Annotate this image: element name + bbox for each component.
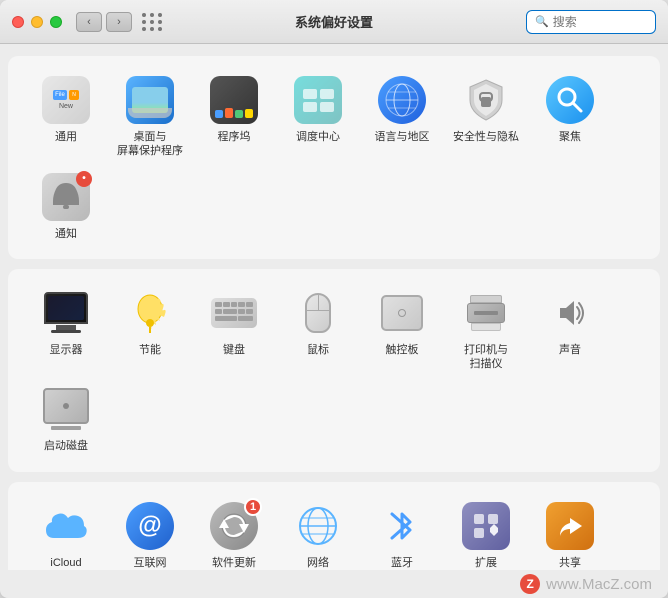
app-extensions[interactable]: 扩展 [444, 494, 528, 570]
apps-grid-button[interactable] [142, 13, 163, 31]
maximize-button[interactable] [50, 16, 62, 28]
sound-label: 声音 [559, 343, 581, 357]
search-input[interactable] [553, 15, 647, 29]
startup-label: 启动磁盘 [44, 439, 88, 453]
section-row-3: iCloud @ 互联网帐户 [8, 482, 660, 570]
network-label: 网络 [307, 556, 329, 570]
general-icon: File N New [40, 74, 92, 126]
search-box[interactable]: 🔍 [526, 10, 656, 34]
close-button[interactable] [12, 16, 24, 28]
desktop-label: 桌面与屏幕保护程序 [117, 130, 183, 159]
network-icon [292, 500, 344, 552]
security-label: 安全性与隐私 [453, 130, 519, 144]
trackpad-label: 触控板 [386, 343, 419, 357]
mission-label: 调度中心 [296, 130, 340, 144]
section-row-1: File N New 通用 [8, 56, 660, 259]
search-icon: 🔍 [535, 15, 549, 28]
mission-icon [292, 74, 344, 126]
lang-icon [376, 74, 428, 126]
mouse-label: 鼠标 [307, 343, 329, 357]
app-mission[interactable]: 调度中心 [276, 68, 360, 165]
internet-icon: @ [124, 500, 176, 552]
titlebar: ‹ › 系统偏好设置 🔍 [0, 0, 668, 44]
app-sharing[interactable]: 共享 [528, 494, 612, 570]
z-logo: Z [520, 574, 540, 594]
sharing-icon [544, 500, 596, 552]
spotlight-icon [544, 74, 596, 126]
app-internet[interactable]: @ 互联网帐户 [108, 494, 192, 570]
minimize-button[interactable] [31, 16, 43, 28]
app-bluetooth[interactable]: 蓝牙 [360, 494, 444, 570]
dock-label: 程序坞 [218, 130, 251, 144]
main-window: ‹ › 系统偏好设置 🔍 [0, 0, 668, 598]
forward-button[interactable]: › [106, 12, 132, 32]
window-title: 系统偏好设置 [295, 12, 373, 31]
notif-icon: • [40, 171, 92, 223]
app-desktop[interactable]: 桌面与屏幕保护程序 [108, 68, 192, 165]
keyboard-icon [208, 287, 260, 339]
watermark: Z www.MacZ.com [0, 570, 668, 598]
app-icloud[interactable]: iCloud [24, 494, 108, 570]
app-startup[interactable]: 启动磁盘 [24, 377, 108, 459]
general-label: 通用 [55, 130, 77, 144]
display-icon [40, 287, 92, 339]
desktop-icon [124, 74, 176, 126]
softupdate-icon: 1 [208, 500, 260, 552]
sharing-label: 共享 [559, 556, 581, 570]
softupdate-label: 软件更新 [212, 556, 256, 570]
icloud-label: iCloud [50, 556, 81, 570]
spotlight-label: 聚焦 [559, 130, 581, 144]
section-row-2: 显示器 节能 [8, 269, 660, 472]
printer-label: 打印机与扫描仪 [464, 343, 508, 372]
app-display[interactable]: 显示器 [24, 281, 108, 378]
trackpad-icon [376, 287, 428, 339]
internet-label: 互联网帐户 [134, 556, 167, 570]
icloud-icon [40, 500, 92, 552]
app-notif[interactable]: • 通知 [24, 165, 108, 247]
security-icon [460, 74, 512, 126]
display-label: 显示器 [50, 343, 83, 357]
app-sound[interactable]: 声音 [528, 281, 612, 378]
app-dock[interactable]: 程序坞 [192, 68, 276, 165]
notif-label: 通知 [55, 227, 77, 241]
app-spotlight[interactable]: 聚焦 [528, 68, 612, 165]
app-softupdate[interactable]: 1 软件更新 [192, 494, 276, 570]
app-printer[interactable]: 打印机与扫描仪 [444, 281, 528, 378]
keyboard-label: 键盘 [223, 343, 245, 357]
extensions-label: 扩展 [475, 556, 497, 570]
content-area: File N New 通用 [0, 44, 668, 570]
app-security[interactable]: 安全性与隐私 [444, 68, 528, 165]
watermark-text: www.MacZ.com [546, 576, 652, 593]
mouse-icon [292, 287, 344, 339]
app-mouse[interactable]: 鼠标 [276, 281, 360, 378]
app-energy[interactable]: 节能 [108, 281, 192, 378]
dock-icon [208, 74, 260, 126]
lang-label: 语言与地区 [375, 130, 430, 144]
bluetooth-label: 蓝牙 [391, 556, 413, 570]
energy-label: 节能 [139, 343, 161, 357]
printer-icon [460, 287, 512, 339]
sound-icon [544, 287, 596, 339]
app-lang[interactable]: 语言与地区 [360, 68, 444, 165]
bluetooth-icon [376, 500, 428, 552]
extensions-icon [460, 500, 512, 552]
traffic-lights [12, 16, 62, 28]
row-3-grid: iCloud @ 互联网帐户 [24, 494, 644, 570]
nav-buttons: ‹ › [76, 12, 132, 32]
row-1-grid: File N New 通用 [24, 68, 644, 247]
app-trackpad[interactable]: 触控板 [360, 281, 444, 378]
startup-icon [40, 383, 92, 435]
row-2-grid: 显示器 节能 [24, 281, 644, 460]
energy-icon [124, 287, 176, 339]
back-button[interactable]: ‹ [76, 12, 102, 32]
app-general[interactable]: File N New 通用 [24, 68, 108, 165]
app-network[interactable]: 网络 [276, 494, 360, 570]
app-keyboard[interactable]: 键盘 [192, 281, 276, 378]
